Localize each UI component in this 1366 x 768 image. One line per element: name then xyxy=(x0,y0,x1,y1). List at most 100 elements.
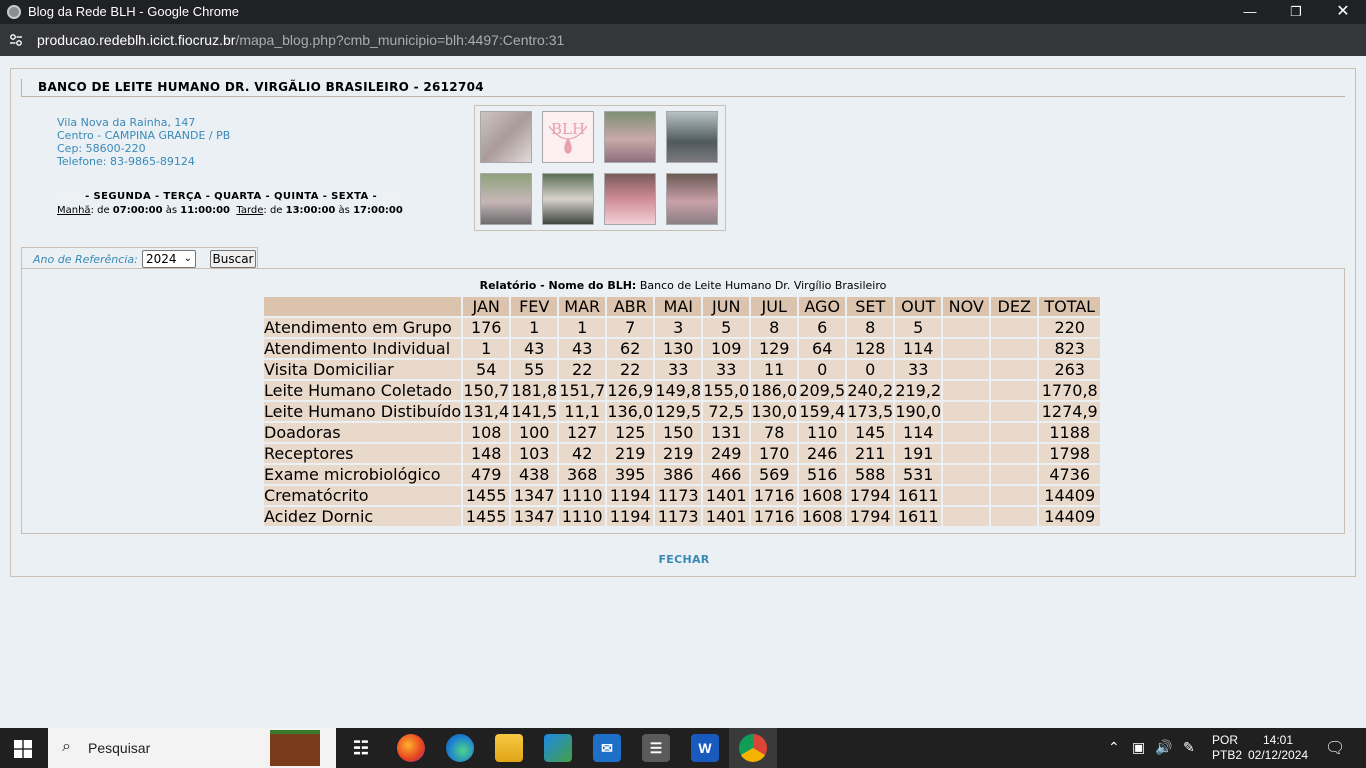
table-cell: 33 xyxy=(655,360,702,379)
minimize-icon[interactable]: — xyxy=(1227,0,1273,24)
clock[interactable]: 14:01 02/12/2024 xyxy=(1248,733,1308,763)
gallery-photo-7[interactable] xyxy=(604,173,656,225)
table-cell: 42 xyxy=(559,444,606,463)
photo-gallery: BLH xyxy=(474,105,726,231)
table-cell: 130 xyxy=(655,339,702,358)
morning-from: 07:00:00 xyxy=(112,205,163,216)
table-cell: 7 xyxy=(607,318,654,337)
table-cell: 1194 xyxy=(607,486,654,505)
blh-panel: BANCO DE LEITE HUMANO DR. VIRGÃLIO BRASI… xyxy=(10,68,1356,577)
volume-icon[interactable]: 🔊 xyxy=(1155,739,1172,756)
table-cell: 8 xyxy=(847,318,894,337)
close-link[interactable]: FECHAR xyxy=(11,553,1357,566)
browser-title-bar: Blog da Rede BLH - Google Chrome — ❐ ✕ xyxy=(0,0,1366,24)
gallery-photo-6[interactable] xyxy=(542,173,594,225)
table-cell xyxy=(991,465,1038,484)
edge-icon[interactable] xyxy=(446,734,474,762)
taskbar: ⌕ Pesquisar ☷ ✉ ☰ W ⌃ ▣ 🔊 ✎ POR PTB2 14:… xyxy=(0,728,1366,768)
table-cell: 55 xyxy=(511,360,558,379)
header-month: JUL xyxy=(751,297,798,316)
table-row: Crematócrito 1455 1347 1110 1194 1173 1401 1716… xyxy=(264,486,1101,505)
table-cell: 11 xyxy=(751,360,798,379)
gallery-photo-5[interactable] xyxy=(480,173,532,225)
close-icon[interactable]: ✕ xyxy=(1320,0,1366,24)
table-cell: 368 xyxy=(559,465,606,484)
search-placeholder: Pesquisar xyxy=(88,740,151,756)
task-view-icon[interactable]: ☷ xyxy=(347,734,375,762)
language-indicator[interactable]: POR PTB2 xyxy=(1212,733,1242,763)
table-row: Doadoras 108 100 127 125 150 131 78 110 145 114 118… xyxy=(264,423,1101,442)
notifications-icon[interactable]: 🗨 xyxy=(1325,738,1345,758)
svg-text:BLH: BLH xyxy=(551,120,585,138)
table-cell: 1608 xyxy=(799,486,846,505)
table-cell: 127 xyxy=(559,423,606,442)
table-cell xyxy=(991,423,1038,442)
table-cell: 131 xyxy=(703,423,750,442)
url-path: /mapa_blog.php?cmb_municipio=blh:4497:Ce… xyxy=(235,32,565,48)
gallery-photo-4[interactable] xyxy=(666,111,718,163)
table-cell: 588 xyxy=(847,465,894,484)
table-cell: 1173 xyxy=(655,486,702,505)
pen-icon[interactable]: ✎ xyxy=(1183,739,1195,756)
table-cell xyxy=(991,339,1038,358)
morning-as: às xyxy=(162,205,181,216)
hours-line: Manhã: de 07:00:00 às 11:00:00 Tarde: de… xyxy=(57,204,403,218)
table-cell: 62 xyxy=(607,339,654,358)
table-cell xyxy=(991,381,1038,400)
afternoon-to: 17:00:00 xyxy=(353,205,403,216)
file-explorer-icon[interactable] xyxy=(495,734,523,762)
keyboard-layout: PTB2 xyxy=(1212,748,1243,762)
year-value: 2024 xyxy=(146,252,177,266)
table-cell xyxy=(943,444,990,463)
table-body: Atendimento em Grupo 176 1 1 7 3 5 8 6 8 5 220 Atend… xyxy=(264,318,1101,526)
header-month: AGO xyxy=(799,297,846,316)
table-cell: 176 xyxy=(463,318,510,337)
table-cell: 130,0 xyxy=(751,402,798,421)
row-total: 220 xyxy=(1039,318,1101,337)
address-street: Vila Nova da Rainha, 147 xyxy=(57,116,196,129)
gallery-logo-photo[interactable]: BLH xyxy=(542,111,594,163)
table-cell: 1347 xyxy=(511,486,558,505)
header-month: DEZ xyxy=(991,297,1038,316)
report-title-label: Relatório - Nome do BLH: xyxy=(479,279,637,292)
table-row: Receptores 148 103 42 219 219 249 170 246 211 191 1… xyxy=(264,444,1101,463)
firefox-icon[interactable] xyxy=(397,734,425,762)
gallery-photo-8[interactable] xyxy=(666,173,718,225)
table-cell: 78 xyxy=(751,423,798,442)
table-cell xyxy=(991,360,1038,379)
table-cell: 150 xyxy=(655,423,702,442)
mail-icon[interactable]: ✉ xyxy=(593,734,621,762)
table-cell: 1611 xyxy=(895,507,942,526)
store-icon[interactable] xyxy=(544,734,572,762)
gallery-photo-1[interactable] xyxy=(480,111,532,163)
row-total: 1798 xyxy=(1039,444,1101,463)
windows-start-icon[interactable] xyxy=(14,740,32,758)
taskbar-search[interactable]: ⌕ Pesquisar xyxy=(48,728,336,768)
table-cell: 1401 xyxy=(703,507,750,526)
year-filter: Ano de Referência: 2024 ⌄ Buscar xyxy=(21,247,258,269)
year-select[interactable]: 2024 ⌄ xyxy=(142,250,196,268)
table-cell: 1455 xyxy=(463,486,510,505)
afternoon-as: às xyxy=(335,205,354,216)
table-cell xyxy=(991,318,1038,337)
fireplace-icon xyxy=(270,730,320,766)
restore-icon[interactable]: ❐ xyxy=(1273,0,1319,24)
calculator-icon[interactable]: ☰ xyxy=(642,734,670,762)
table-cell xyxy=(991,486,1038,505)
row-label: Atendimento em Grupo xyxy=(264,318,462,337)
search-button[interactable]: Buscar xyxy=(210,250,256,268)
table-cell xyxy=(943,402,990,421)
word-icon[interactable]: W xyxy=(691,734,719,762)
site-settings-icon[interactable] xyxy=(9,33,23,47)
address-bar[interactable]: producao.redeblh.icict.fiocruz.br/mapa_b… xyxy=(0,24,1366,56)
open-days: - SEGUNDA - TERÇA - QUARTA - QUINTA - SE… xyxy=(81,191,381,202)
chrome-icon[interactable] xyxy=(739,734,767,762)
table-cell: 1716 xyxy=(751,507,798,526)
gallery-photo-3[interactable] xyxy=(604,111,656,163)
header-month: JAN xyxy=(463,297,510,316)
network-icon[interactable]: ▣ xyxy=(1132,739,1145,756)
url-text[interactable]: producao.redeblh.icict.fiocruz.br/mapa_b… xyxy=(37,32,564,48)
day-saturday: SAB xyxy=(381,191,402,202)
chevron-up-icon[interactable]: ⌃ xyxy=(1108,739,1120,756)
table-cell: 110 xyxy=(799,423,846,442)
